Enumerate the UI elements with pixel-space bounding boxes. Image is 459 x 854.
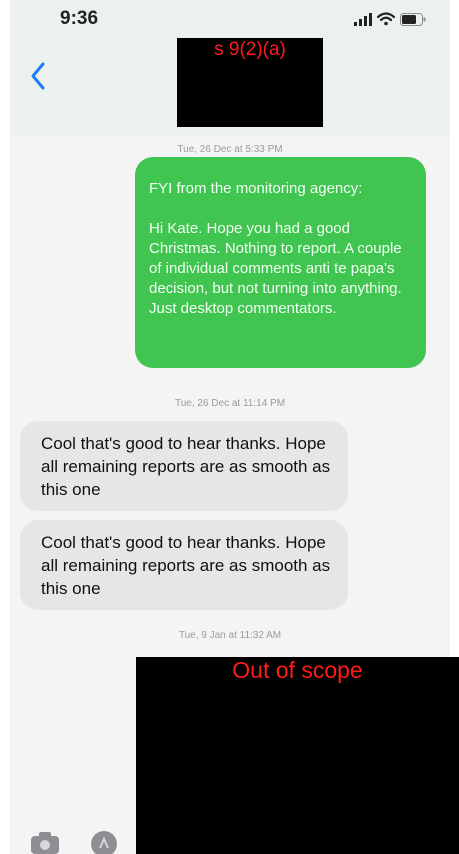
message-timestamp: Tue, 9 Jan at 11:32 AM (178, 630, 282, 641)
status-icons (354, 12, 426, 26)
cellular-signal-icon (354, 13, 372, 26)
message-text: FYI from the monitoring agency: (149, 180, 363, 197)
wifi-icon (377, 12, 395, 26)
camera-icon[interactable] (30, 830, 60, 854)
status-time: 9:36 (60, 8, 99, 29)
back-chevron-icon[interactable] (26, 58, 50, 94)
battery-icon (400, 13, 426, 26)
conversation-header: 9:36 s 9(2)(a) (10, 0, 450, 136)
outgoing-message-bubble[interactable]: FYI from the monitoring agency: Hi Kate.… (135, 157, 426, 368)
app-store-icon[interactable] (90, 830, 118, 854)
message-timestamp: Tue, 26 Dec at 5:33 PM (177, 144, 283, 155)
message-text: Hi Kate. Hope you had a good Christmas. … (149, 220, 402, 317)
incoming-message-bubble[interactable]: Cool that's good to hear thanks. Hope al… (20, 421, 348, 511)
redaction-label: Out of scope (232, 657, 363, 683)
message-text: Cool that's good to hear thanks. Hope al… (41, 533, 331, 598)
message-text: Cool that's good to hear thanks. Hope al… (41, 434, 331, 499)
redacted-contact-name: s 9(2)(a) (177, 38, 323, 127)
redacted-out-of-scope-block: Out of scope (136, 657, 459, 854)
redaction-label: s 9(2)(a) (214, 39, 286, 60)
incoming-message-bubble[interactable]: Cool that's good to hear thanks. Hope al… (20, 520, 348, 610)
message-timestamp: Tue, 26 Dec at 11:14 PM (174, 398, 286, 409)
